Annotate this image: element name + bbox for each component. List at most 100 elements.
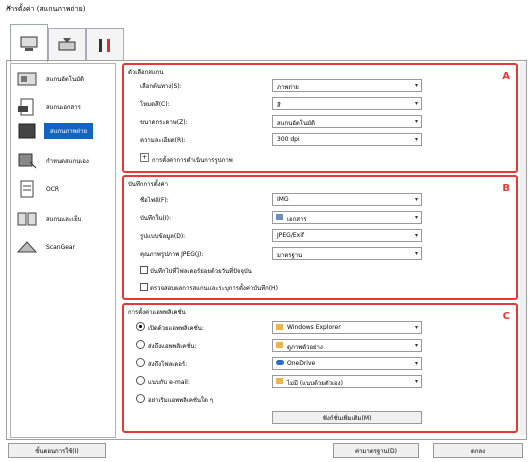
attach-email-radio[interactable] <box>136 376 145 385</box>
chevron-down-icon: ▾ <box>414 250 418 257</box>
paper-size-dropdown[interactable]: สแกนอัตโนมัติ ▾ <box>272 115 422 128</box>
scangear-icon <box>14 237 40 257</box>
sidebar-item-photo-scan[interactable]: สแกนภาพถ่าย <box>14 118 112 144</box>
field-label: เลือกต้นทาง(S): <box>140 83 182 90</box>
more-functions-button[interactable]: ฟังก์ชั่นเพิ่มเติม(M) <box>272 411 422 424</box>
tab-scan-from-panel[interactable] <box>48 28 86 61</box>
documents-folder-icon <box>276 214 283 220</box>
field-label: อย่าเริ่มแอพพลิเคชั่นใด ๆ <box>148 397 213 404</box>
select-source-row: เลือกต้นทาง(S): ภาพถ่าย ▾ <box>132 79 432 92</box>
attach-email-dropdown[interactable]: ไม่มี (แนบด้วยตัวเอง) ▾ <box>272 375 422 388</box>
save-in-row: บันทึกใน(I): เอกสาร ▾ <box>132 211 432 224</box>
field-label: รูปแบบข้อมูล(D): <box>140 233 186 240</box>
image-processing-label: การตั้งค่าการดำเนินการรูปภาพ <box>152 157 233 164</box>
section-letter: B <box>502 183 510 194</box>
send-to-folder-radio[interactable] <box>136 358 145 367</box>
defaults-button[interactable]: ค่ามาตรฐาน(D) <box>333 443 419 458</box>
scanner-panel-icon <box>58 38 76 51</box>
jpeg-quality-dropdown[interactable]: มาตรฐาน ▾ <box>272 247 422 260</box>
field-label: ชื่อไฟล์(F): <box>140 197 169 204</box>
ok-button[interactable]: ตกลง <box>433 443 523 458</box>
send-to-app-radio[interactable] <box>136 340 145 349</box>
data-format-dropdown[interactable]: JPEG/Exif ▾ <box>272 229 422 242</box>
open-with-app-radio[interactable] <box>136 322 145 331</box>
field-label: เปิดด้วยแอพพลิเคชั่น: <box>148 325 204 332</box>
sidebar-item-label: สแกนภาพถ่าย <box>44 123 94 139</box>
chevron-down-icon: ▾ <box>414 118 418 125</box>
image-processing-row[interactable]: + การตั้งค่าการดำเนินการรูปภาพ <box>132 153 432 165</box>
computer-scan-icon <box>20 36 38 51</box>
field-label: คุณภาพรูปภาพ JPEG(J): <box>140 251 204 258</box>
preview-app-icon <box>276 342 283 348</box>
dropdown-value: 300 dpi <box>277 136 300 143</box>
chevron-down-icon: ▾ <box>414 378 418 385</box>
photo-scan-icon <box>14 121 40 141</box>
subfolder-checkbox[interactable] <box>140 266 148 274</box>
email-icon <box>276 378 283 384</box>
field-label: แนบกับ e-mail: <box>148 379 190 386</box>
chevron-down-icon: ▾ <box>414 232 418 239</box>
tab-general-settings[interactable] <box>86 28 124 61</box>
chevron-down-icon: ▾ <box>414 214 418 221</box>
resolution-dropdown[interactable]: 300 dpi ▾ <box>272 133 422 146</box>
chevron-down-icon: ▾ <box>414 324 418 331</box>
dropdown-value: ไม่มี (แนบด้วยตัวเอง) <box>287 380 343 387</box>
no-app-radio[interactable] <box>136 394 145 403</box>
file-name-row: ชื่อไฟล์(F): IMG ▾ <box>132 193 432 206</box>
open-with-app-dropdown[interactable]: Windows Explorer ▾ <box>272 321 422 334</box>
section-letter: A <box>502 71 510 82</box>
paper-size-row: ขนาดกระดาษ(Z): สแกนอัตโนมัติ ▾ <box>132 115 432 128</box>
sidebar-item-stitch[interactable]: สแกนและเย็บ <box>14 206 112 232</box>
section-header: บันทึกการตั้งค่า <box>128 181 168 188</box>
sidebar-item-ocr[interactable]: OCR <box>14 176 112 202</box>
save-in-dropdown[interactable]: เอกสาร ▾ <box>272 211 422 224</box>
field-label: บันทึกใน(I): <box>140 215 172 222</box>
jpeg-quality-row: คุณภาพรูปภาพ JPEG(J): มาตรฐาน ▾ <box>132 247 432 260</box>
sidebar-item-label: สแกนเอกสาร <box>46 104 81 111</box>
dropdown-value: เอกสาร <box>287 216 307 223</box>
chevron-down-icon: ▾ <box>414 196 418 203</box>
onedrive-icon <box>276 360 284 365</box>
open-with-app-row: เปิดด้วยแอพพลิเคชั่น: Windows Explorer ▾ <box>132 321 432 334</box>
expand-icon[interactable]: + <box>140 153 149 162</box>
resolution-row: ความละเอียด(R): 300 dpi ▾ <box>132 133 432 146</box>
send-to-app-dropdown[interactable]: ดูภาพตัวอย่าง ▾ <box>272 339 422 352</box>
select-source-dropdown[interactable]: ภาพถ่าย ▾ <box>272 79 422 92</box>
dropdown-value: IMG <box>277 196 289 203</box>
sidebar-item-scangear[interactable]: ScanGear <box>14 234 112 260</box>
dropdown-value: ภาพถ่าย <box>277 84 299 91</box>
close-button[interactable]: ✕ <box>6 4 528 12</box>
attach-email-row: แนบกับ e-mail: ไม่มี (แนบด้วยตัวเอง) ▾ <box>132 375 432 388</box>
field-label: ขนาดกระดาษ(Z): <box>140 119 188 126</box>
sidebar-item-label: OCR <box>46 185 60 193</box>
dropdown-value: OneDrive <box>287 360 316 367</box>
send-to-folder-dropdown[interactable]: OneDrive ▾ <box>272 357 422 370</box>
sidebar-item-auto-scan[interactable]: สแกนอัตโนมัติ <box>14 66 112 92</box>
dropdown-value: Windows Explorer <box>287 324 341 331</box>
color-mode-dropdown[interactable]: สี ▾ <box>272 97 422 110</box>
vertical-scrollbar[interactable] <box>520 62 526 435</box>
folder-icon <box>276 324 283 330</box>
dropdown-value: ดูภาพตัวอย่าง <box>287 344 323 351</box>
sidebar-item-label: สแกนอัตโนมัติ <box>46 76 84 83</box>
send-to-folder-row: ส่งถึงโฟลเดอร์: OneDrive ▾ <box>132 357 432 370</box>
chevron-down-icon: ▾ <box>414 82 418 89</box>
subfolder-label: บันทึกไปที่โฟลเดอร์ย่อยด้วยวันที่ปัจจุบั… <box>150 268 252 275</box>
send-to-app-row: ส่งถึงแอพพลิเคชั่น: ดูภาพตัวอย่าง ▾ <box>132 339 432 352</box>
instructions-button[interactable]: ขั้นตอนการใช้(I) <box>8 443 106 458</box>
check-results-checkbox[interactable] <box>140 283 148 291</box>
field-label: ส่งถึงแอพพลิเคชั่น: <box>148 343 197 350</box>
chevron-down-icon: ▾ <box>414 342 418 349</box>
sidebar-item-label: กำหนดสแกนเอง <box>46 158 89 165</box>
sidebar-item-label: สแกนและเย็บ <box>46 216 82 223</box>
data-format-row: รูปแบบข้อมูล(D): JPEG/Exif ▾ <box>132 229 432 242</box>
ocr-icon <box>14 179 40 199</box>
file-name-dropdown[interactable]: IMG ▾ <box>272 193 422 206</box>
tab-scan-from-computer[interactable] <box>10 24 48 62</box>
dropdown-value: สแกนอัตโนมัติ <box>277 120 315 127</box>
sidebar-item-document-scan[interactable]: สแกนเอกสาร <box>14 94 112 120</box>
dropdown-value: สี <box>277 102 281 109</box>
sidebar-item-custom-scan[interactable]: กำหนดสแกนเอง <box>14 148 112 174</box>
chevron-down-icon: ▾ <box>414 136 418 143</box>
section-header: การตั้งค่าแอพพลิเคชั่น <box>128 309 186 316</box>
